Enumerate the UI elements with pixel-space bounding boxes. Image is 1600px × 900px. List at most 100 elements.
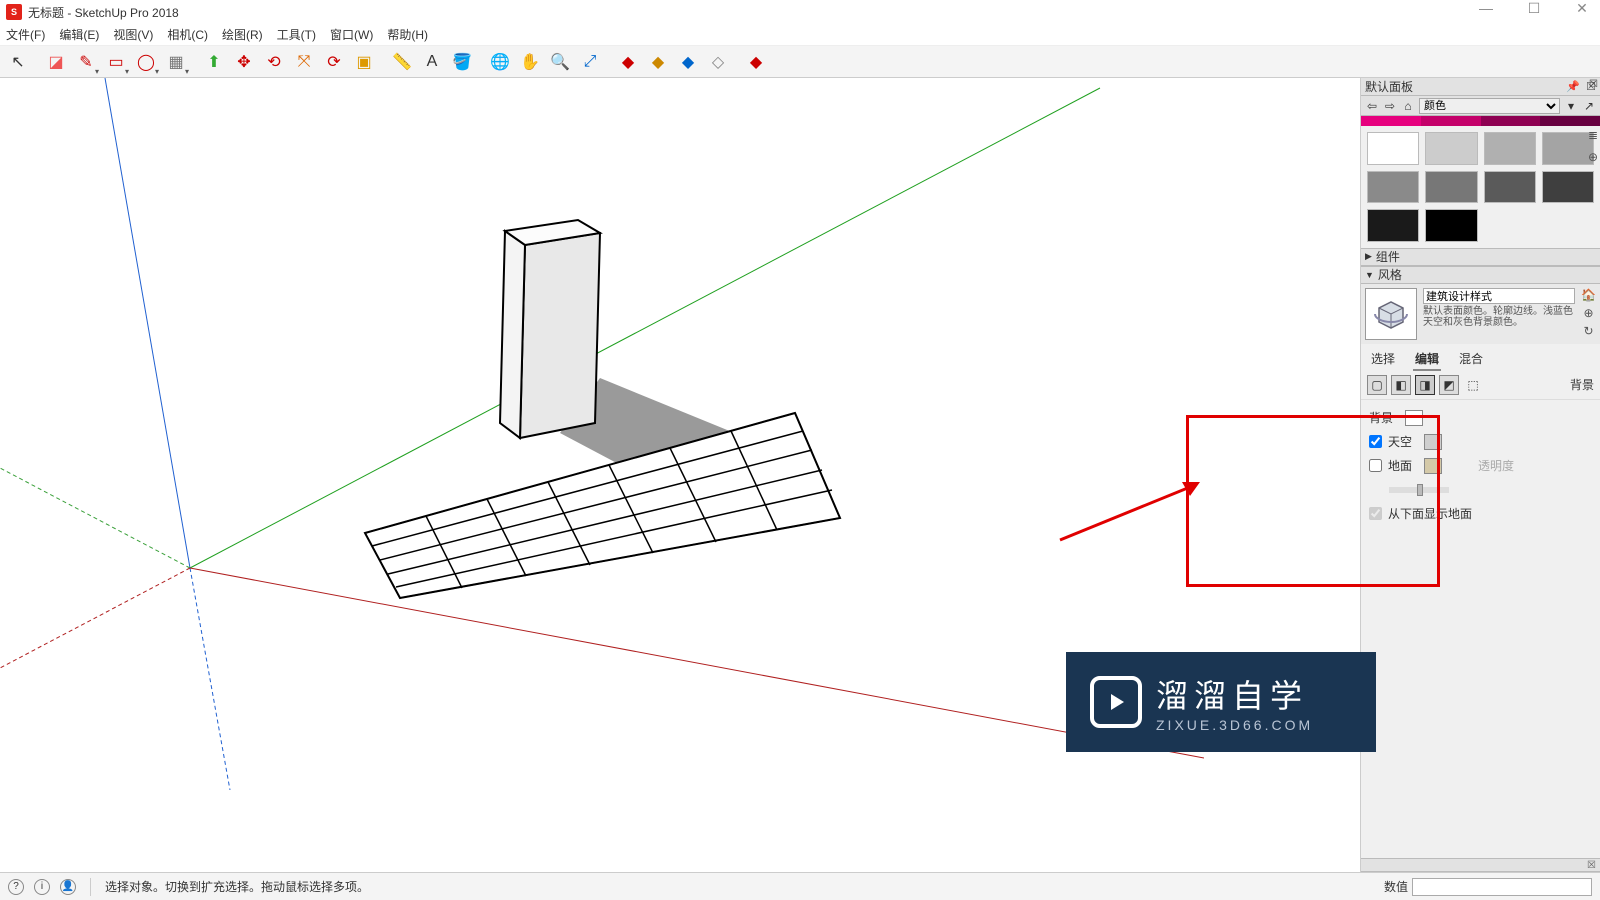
eraser-tool[interactable]: ◪ xyxy=(42,48,70,76)
vcb-input[interactable] xyxy=(1412,878,1592,896)
sky-checkbox[interactable] xyxy=(1369,435,1382,448)
home-icon[interactable]: ⌂ xyxy=(1401,99,1415,113)
menu-绘图[interactable]: 绘图(R) xyxy=(222,26,263,43)
pushpull-tool[interactable]: ⬆ xyxy=(200,48,228,76)
add-tool-2[interactable]: ◆ xyxy=(644,48,672,76)
materials-nav: ⇦ ⇨ ⌂ 颜色 ▾ ↗ xyxy=(1361,96,1600,116)
nav-fwd-icon[interactable]: ⇨ xyxy=(1383,99,1397,113)
ground-color-swatch[interactable] xyxy=(1424,458,1442,474)
sky-color-swatch[interactable] xyxy=(1424,434,1442,450)
zoom-extents[interactable]: ⤢ xyxy=(576,48,604,76)
status-icon-3[interactable]: 👤 xyxy=(60,879,76,895)
color-swatch[interactable] xyxy=(1484,132,1536,165)
modeling-settings-icon[interactable]: ⬚ xyxy=(1463,375,1483,395)
circle-tool[interactable]: ◯ xyxy=(132,48,160,76)
transparency-slider xyxy=(1389,487,1449,493)
style-info: 默认表面颜色。轮廓边线。浅蓝色天空和灰色背景颜色。 🏠 ⊕ ↻ xyxy=(1361,284,1600,344)
menu-视图[interactable]: 视图(V) xyxy=(113,26,153,43)
ground-below-label: 从下面显示地面 xyxy=(1388,505,1472,522)
transparency-label: 透明度 xyxy=(1478,457,1514,474)
viewport-3d[interactable] xyxy=(0,78,1204,790)
menu-文件[interactable]: 文件(F) xyxy=(6,26,45,43)
watermark-settings-icon[interactable]: ◩ xyxy=(1439,375,1459,395)
color-swatch[interactable] xyxy=(1484,171,1536,204)
color-swatch[interactable] xyxy=(1425,209,1477,242)
recent-swatch[interactable] xyxy=(1540,116,1600,126)
menu-dropdown-icon[interactable]: ▾ xyxy=(1564,99,1578,113)
material-category[interactable]: 颜色 xyxy=(1419,98,1560,114)
close-panel-icon[interactable]: ☒ xyxy=(1587,860,1596,871)
edge-settings-icon[interactable]: ▢ xyxy=(1367,375,1387,395)
caret-down-icon: ▼ xyxy=(1365,270,1374,280)
status-icon-1[interactable]: ? xyxy=(8,879,24,895)
maximize-button[interactable]: ☐ xyxy=(1520,0,1548,17)
style-add-icon[interactable]: ⊕ xyxy=(1583,306,1593,320)
add-tool-3[interactable]: ◆ xyxy=(674,48,702,76)
tray-title: 默认面板 xyxy=(1365,78,1413,95)
menu-编辑[interactable]: 编辑(E) xyxy=(59,26,99,43)
menu-相机[interactable]: 相机(C) xyxy=(167,26,208,43)
tape-tool[interactable]: 📏 xyxy=(388,48,416,76)
offset-tool[interactable]: ⟳ xyxy=(320,48,348,76)
menu-工具[interactable]: 工具(T) xyxy=(277,26,316,43)
style-new-icon[interactable]: 🏠 xyxy=(1581,288,1596,302)
main-toolbar: ↖◪✎▭◯▦⬆✥⟲⤧⟳▣📏A🪣🌐✋🔍⤢◆◆◆◇◆ xyxy=(0,46,1600,78)
menu-帮助[interactable]: 帮助(H) xyxy=(387,26,428,43)
style-name-input[interactable] xyxy=(1423,288,1575,304)
zoom-tool[interactable]: 🔍 xyxy=(546,48,574,76)
tab-mix[interactable]: 混合 xyxy=(1457,348,1485,371)
vcb-label: 数值 xyxy=(1384,878,1408,895)
add-tool-1[interactable]: ◆ xyxy=(614,48,642,76)
recent-swatch[interactable] xyxy=(1421,116,1481,126)
add-tool-5[interactable]: ◆ xyxy=(742,48,770,76)
close-style-icon[interactable]: ☒ xyxy=(1589,79,1598,90)
background-settings-icon[interactable]: ◨ xyxy=(1415,375,1435,395)
style-update-icon[interactable]: ↻ xyxy=(1583,324,1593,338)
color-swatch[interactable] xyxy=(1542,171,1594,204)
rotate-tool[interactable]: ⟲ xyxy=(260,48,288,76)
titlebar: S 无标题 - SketchUp Pro 2018 — ☐ ✕ xyxy=(0,0,1600,24)
status-icon-2[interactable]: i xyxy=(34,879,50,895)
face-settings-icon[interactable]: ◧ xyxy=(1391,375,1411,395)
color-swatch[interactable] xyxy=(1367,171,1419,204)
minimize-button[interactable]: — xyxy=(1472,0,1500,17)
tray-panel: 默认面板 📌 ☒ ⇦ ⇨ ⌂ 颜色 ▾ ↗ ≣ ⊕ ▶ 组件 ☒ ▼ 风格 ☒ 默… xyxy=(1360,78,1600,872)
add-tool-4[interactable]: ◇ xyxy=(704,48,732,76)
scale-tool[interactable]: ⤧ xyxy=(290,48,318,76)
pencil-tool[interactable]: ✎ xyxy=(72,48,100,76)
color-swatch[interactable] xyxy=(1367,209,1419,242)
tab-edit[interactable]: 编辑 xyxy=(1413,348,1441,371)
paint-tool[interactable]: ▦ xyxy=(162,48,190,76)
bg-color-swatch[interactable] xyxy=(1405,410,1423,426)
select-tool[interactable]: ↖ xyxy=(4,48,32,76)
rectangle-tool[interactable]: ▭ xyxy=(102,48,130,76)
component-section-header[interactable]: ▶ 组件 ☒ xyxy=(1361,248,1600,266)
move-tool[interactable]: ✥ xyxy=(230,48,258,76)
recent-swatch[interactable] xyxy=(1481,116,1541,126)
tab-select[interactable]: 选择 xyxy=(1369,348,1397,371)
menu-窗口[interactable]: 窗口(W) xyxy=(330,26,373,43)
color-swatch[interactable] xyxy=(1425,132,1477,165)
add-material-icon[interactable]: ⊕ xyxy=(1588,150,1598,164)
ground-checkbox[interactable] xyxy=(1369,459,1382,472)
followme-tool[interactable]: ▣ xyxy=(350,48,378,76)
color-swatch[interactable] xyxy=(1425,171,1477,204)
style-section-header[interactable]: ▼ 风格 ☒ xyxy=(1361,266,1600,284)
color-swatch[interactable] xyxy=(1367,132,1419,165)
paint-bucket[interactable]: 🪣 xyxy=(448,48,476,76)
style-description: 默认表面颜色。轮廓边线。浅蓝色天空和灰色背景颜色。 xyxy=(1423,306,1575,328)
list-mode-icon[interactable]: ≣ xyxy=(1588,128,1598,142)
tray-header[interactable]: 默认面板 📌 ☒ xyxy=(1361,78,1600,96)
status-hint: 选择对象。切换到扩充选择。拖动鼠标选择多项。 xyxy=(105,878,369,895)
detail-icon[interactable]: ↗ xyxy=(1582,99,1596,113)
close-button[interactable]: ✕ xyxy=(1568,0,1596,17)
color-swatches xyxy=(1361,126,1600,248)
color-swatch[interactable] xyxy=(1542,132,1594,165)
text-tool[interactable]: A xyxy=(418,48,446,76)
pin-icon[interactable]: 📌 xyxy=(1566,80,1580,93)
style-thumbnail[interactable] xyxy=(1365,288,1417,340)
nav-back-icon[interactable]: ⇦ xyxy=(1365,99,1379,113)
orbit-tool[interactable]: 🌐 xyxy=(486,48,514,76)
recent-swatch[interactable] xyxy=(1361,116,1421,126)
pan-tool[interactable]: ✋ xyxy=(516,48,544,76)
